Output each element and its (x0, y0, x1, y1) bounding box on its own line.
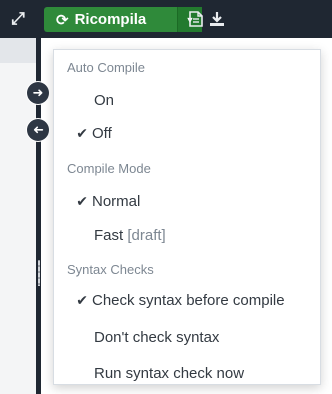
menu-item-label: Fast (94, 226, 124, 244)
expand-arrows-icon[interactable]: ⤢ (0, 0, 36, 38)
checkmark-icon: ✔ (76, 124, 88, 141)
menu-item-dont-check-syntax[interactable]: Don't check syntax (54, 323, 320, 351)
menu-item-label: Don't check syntax (94, 328, 220, 346)
menu-item-label: Normal (92, 192, 141, 210)
editor-toolbar (0, 38, 36, 63)
menu-item-label: Run syntax check now (94, 364, 245, 382)
arrow-right-circle-icon[interactable]: ➜ (27, 82, 49, 104)
draft-tag: [draft] (127, 226, 166, 244)
section-header-auto-compile: Auto Compile (67, 60, 146, 75)
menu-item-check-syntax[interactable]: ✔ Check syntax before compile (54, 286, 320, 314)
menu-item-auto-compile-off[interactable]: ✔ Off (54, 119, 320, 147)
checkmark-icon: ✔ (76, 192, 88, 209)
checkmark-icon: ✔ (76, 291, 88, 308)
menu-item-label: Check syntax before compile (92, 291, 285, 309)
menu-item-label: On (94, 91, 115, 109)
section-header-compile-mode: Compile Mode (67, 161, 151, 176)
section-header-syntax-checks: Syntax Checks (67, 262, 154, 277)
recompile-label: Ricompila (74, 11, 147, 28)
menu-item-compile-fast[interactable]: Fast [draft] (54, 221, 320, 249)
refresh-icon: ⟳ (56, 11, 69, 29)
menu-item-compile-normal[interactable]: ✔ Normal (54, 187, 320, 215)
menu-item-label: Off (92, 124, 112, 142)
resize-grip[interactable] (38, 260, 40, 286)
menu-item-auto-compile-on[interactable]: On (54, 86, 320, 114)
arrow-left-circle-icon[interactable]: ➜ (27, 119, 49, 141)
download-icon[interactable] (207, 8, 227, 30)
recompile-button[interactable]: ⟳ Ricompila (44, 7, 177, 32)
menu-item-run-syntax-check[interactable]: Run syntax check now (54, 359, 320, 387)
recompile-options-menu: Auto Compile On ✔ Off Compile Mode ✔ Nor… (53, 49, 321, 385)
document-icon[interactable] (186, 8, 206, 30)
